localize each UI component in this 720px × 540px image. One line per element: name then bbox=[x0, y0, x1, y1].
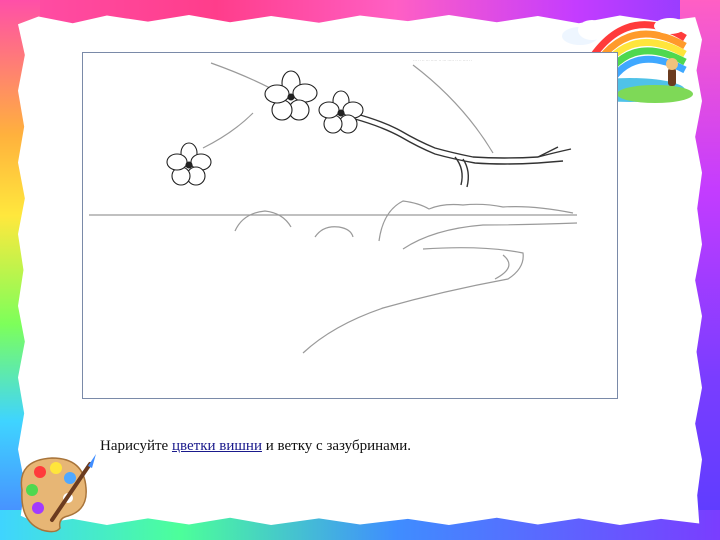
instruction-text: Нарисуйте цветки вишни и ветку с зазубри… bbox=[100, 438, 411, 455]
blossom-group bbox=[166, 70, 364, 186]
cherry-blossom-link[interactable]: цветки вишни bbox=[172, 438, 262, 454]
instruction-text-after: и ветку с зазубринами. bbox=[261, 438, 412, 454]
instruction-text-before: Нарисуйте bbox=[100, 438, 172, 454]
sketch-frame: ··· ·· ·· ··· ····· ·· ··· ····· ·· ·· ·… bbox=[82, 52, 618, 399]
paint-palette-icon bbox=[20, 454, 96, 533]
sketch-fine-print: ··· ·· ·· ··· ····· ·· ··· ····· ·· ·· ·… bbox=[413, 58, 472, 63]
cherry-blossom-sketch: ··· ·· ·· ··· ····· ·· ··· ····· ·· ·· ·… bbox=[89, 58, 578, 354]
